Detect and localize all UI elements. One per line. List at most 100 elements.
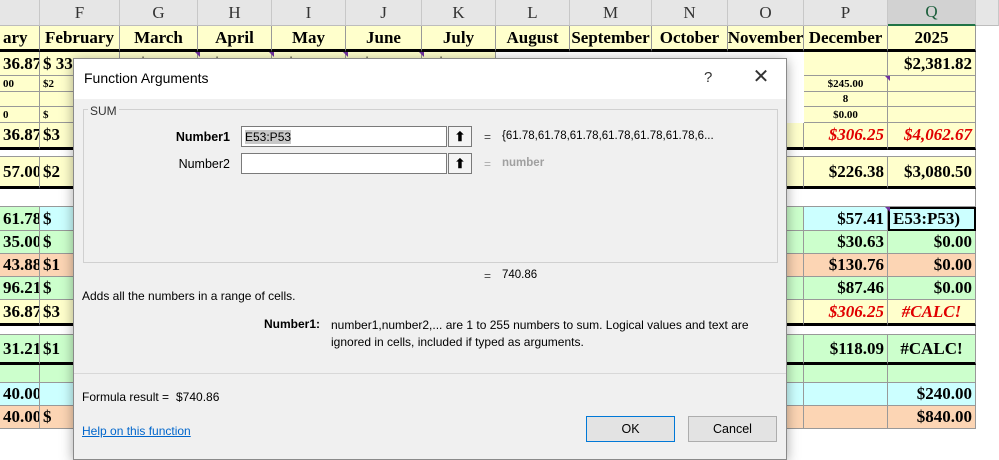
- cell-header-october[interactable]: October: [652, 26, 728, 52]
- cell[interactable]: 96.21: [0, 277, 40, 300]
- cell-header-april[interactable]: April: [198, 26, 272, 52]
- cell[interactable]: $245.00: [804, 76, 888, 92]
- number1-collapse-button[interactable]: ⬆: [448, 126, 472, 147]
- cell-header-december[interactable]: December: [804, 26, 888, 52]
- comment-indicator: [885, 76, 890, 81]
- formula-result-label: Formula result =: [82, 390, 170, 404]
- cell[interactable]: [804, 52, 888, 76]
- dialog-titlebar[interactable]: Function Arguments ? ✕: [74, 59, 786, 99]
- cell[interactable]: 43.88: [0, 254, 40, 277]
- column-header-G[interactable]: G: [120, 0, 198, 26]
- cell[interactable]: [0, 365, 40, 383]
- cell[interactable]: [888, 92, 976, 107]
- column-header-H[interactable]: H: [198, 0, 272, 26]
- cell-header-june[interactable]: June: [346, 26, 422, 52]
- cell[interactable]: 00: [0, 76, 40, 92]
- cell[interactable]: [0, 92, 40, 107]
- cell-header-march[interactable]: March: [120, 26, 198, 52]
- column-header-O[interactable]: O: [728, 0, 804, 26]
- cell[interactable]: 57.00: [0, 157, 40, 189]
- cell[interactable]: $0.00: [888, 231, 976, 254]
- cell-header-2025[interactable]: 2025: [888, 26, 976, 52]
- cell[interactable]: $240.00: [888, 383, 976, 406]
- comment-indicator: [269, 52, 274, 57]
- cell[interactable]: $130.76: [804, 254, 888, 277]
- number2-label: Number2: [178, 157, 230, 171]
- equals-sign: =: [484, 130, 492, 144]
- cell[interactable]: $118.09: [804, 335, 888, 365]
- cell-header-may[interactable]: May: [272, 26, 346, 52]
- cell-header-july[interactable]: July: [422, 26, 496, 52]
- active-cell[interactable]: E53:P53): [888, 207, 976, 231]
- cell-header-e[interactable]: ary: [0, 26, 40, 52]
- equals-sign: =: [484, 157, 492, 171]
- number1-result: {61.78,61.78,61.78,61.78,61.78,61.78,6..…: [502, 130, 714, 142]
- cell[interactable]: #CALC!: [888, 335, 976, 365]
- column-header-J[interactable]: J: [346, 0, 422, 26]
- cell-header-february[interactable]: February: [40, 26, 120, 52]
- column-header-I[interactable]: I: [272, 0, 346, 26]
- cell[interactable]: 31.21: [0, 335, 40, 365]
- cell[interactable]: $0.00: [804, 107, 888, 123]
- cell[interactable]: $0.00: [888, 254, 976, 277]
- cell-header-november[interactable]: November: [728, 26, 804, 52]
- cell[interactable]: 0: [0, 107, 40, 123]
- function-total: 740.86: [502, 269, 538, 281]
- cell[interactable]: $306.25: [804, 123, 888, 150]
- cell[interactable]: 40.00: [0, 406, 40, 429]
- column-header-K[interactable]: K: [422, 0, 496, 26]
- comment-indicator: [195, 52, 200, 57]
- column-header-M[interactable]: M: [570, 0, 652, 26]
- equals-sign: =: [484, 269, 492, 283]
- column-header-L[interactable]: L: [496, 0, 570, 26]
- number2-input[interactable]: [241, 153, 447, 174]
- cell[interactable]: $840.00: [888, 406, 976, 429]
- cell[interactable]: $3,080.50: [888, 157, 976, 189]
- cell[interactable]: 36.87: [0, 123, 40, 150]
- cell[interactable]: 61.78: [0, 207, 40, 231]
- cell[interactable]: [888, 107, 976, 123]
- dialog-title: Function Arguments: [84, 70, 209, 86]
- number1-label: Number1: [175, 130, 230, 144]
- column-header-R[interactable]: [976, 0, 999, 26]
- function-arguments-dialog: Function Arguments ? ✕ SUM Number1 E53:P…: [73, 58, 787, 460]
- help-on-function-link[interactable]: Help on this function: [82, 424, 191, 438]
- cell[interactable]: 36.87: [0, 52, 40, 76]
- cell[interactable]: 35.00: [0, 231, 40, 254]
- cell[interactable]: $306.25: [804, 300, 888, 326]
- cell[interactable]: $4,062.67: [888, 123, 976, 150]
- column-header-F[interactable]: F: [40, 0, 120, 26]
- column-header-P[interactable]: P: [804, 0, 888, 26]
- column-header-Q[interactable]: Q: [888, 0, 976, 26]
- cell[interactable]: [804, 365, 888, 383]
- number1-value: E53:P53: [245, 130, 292, 144]
- collapse-arrow-icon: ⬆: [454, 155, 466, 171]
- cell[interactable]: $30.63: [804, 231, 888, 254]
- cell[interactable]: 8: [804, 92, 888, 107]
- cell[interactable]: 36.87: [0, 300, 40, 326]
- divider: [74, 373, 786, 374]
- column-header-N[interactable]: N: [652, 0, 728, 26]
- column-header-E[interactable]: [0, 0, 40, 26]
- cell[interactable]: [888, 365, 976, 383]
- ok-button[interactable]: OK: [586, 416, 675, 442]
- cell[interactable]: $2,381.82: [888, 52, 976, 76]
- cell[interactable]: [804, 383, 888, 406]
- cell-header-august[interactable]: August: [496, 26, 570, 52]
- cell[interactable]: #CALC!: [888, 300, 976, 326]
- close-icon[interactable]: ✕: [749, 66, 773, 90]
- cell[interactable]: [804, 406, 888, 429]
- cell[interactable]: 40.00: [0, 383, 40, 406]
- number2-collapse-button[interactable]: ⬆: [448, 153, 472, 174]
- collapse-arrow-icon: ⬆: [454, 128, 466, 144]
- cancel-button[interactable]: Cancel: [688, 416, 777, 442]
- cell[interactable]: $0.00: [888, 277, 976, 300]
- help-icon[interactable]: ?: [704, 69, 712, 86]
- number2-result: number: [502, 157, 545, 169]
- cell-header-september[interactable]: September: [570, 26, 652, 52]
- number1-input[interactable]: E53:P53: [241, 126, 447, 147]
- cell[interactable]: $87.46: [804, 277, 888, 300]
- cell[interactable]: $57.41: [804, 207, 888, 231]
- cell[interactable]: [888, 76, 976, 92]
- cell[interactable]: $226.38: [804, 157, 888, 189]
